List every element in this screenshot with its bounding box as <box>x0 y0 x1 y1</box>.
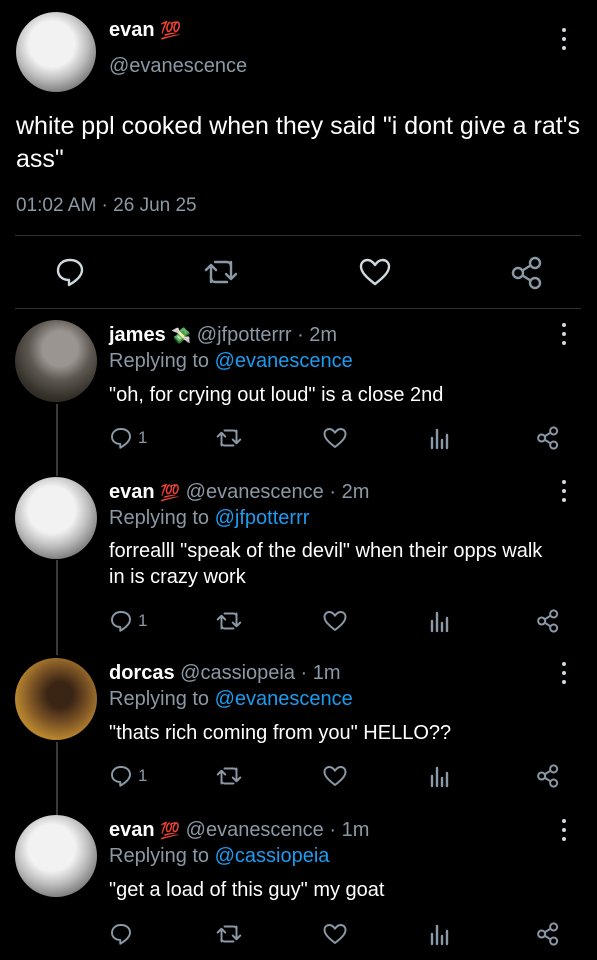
avatar[interactable] <box>16 12 96 92</box>
views-icon[interactable] <box>428 764 452 788</box>
handle[interactable]: @evanescence <box>186 819 324 841</box>
retweet-icon[interactable] <box>215 609 243 633</box>
display-name[interactable]: evan <box>109 481 155 503</box>
replying-to: Replying to @jfpotterrr <box>109 507 310 529</box>
avatar[interactable] <box>15 477 97 559</box>
badge-icon: 💯 <box>160 485 181 502</box>
thread-line <box>56 560 58 655</box>
handle[interactable]: @evanescence <box>109 55 247 78</box>
reply-icon[interactable] <box>109 922 133 946</box>
reply-count: 1 <box>138 428 148 447</box>
more-icon[interactable] <box>561 323 567 345</box>
heart-icon[interactable] <box>322 764 348 788</box>
retweet-icon[interactable] <box>215 922 243 946</box>
more-icon[interactable] <box>561 819 567 841</box>
reply-text: "oh, for crying out loud" is a close 2nd <box>109 384 444 406</box>
views-icon[interactable] <box>428 609 452 633</box>
display-name[interactable]: evan <box>109 819 155 841</box>
heart-icon[interactable] <box>358 256 392 288</box>
reply-text: "thats rich coming from you" HELLO?? <box>109 722 452 744</box>
reply-icon[interactable] <box>109 426 133 450</box>
badge-icon: 💯 <box>160 823 181 840</box>
time: · 1m <box>329 819 370 841</box>
time: · 2m <box>297 324 338 346</box>
mention-link[interactable]: @evanescence <box>215 688 353 710</box>
tweet-text: white ppl cooked when they said "i dont … <box>16 112 580 173</box>
heart-icon[interactable] <box>322 609 348 633</box>
handle[interactable]: @cassiopeia <box>180 662 295 684</box>
reply-text: forrealll "speak of the devil" when thei… <box>109 540 543 588</box>
reply-icon[interactable] <box>109 609 133 633</box>
mention-link[interactable]: @jfpotterrr <box>215 507 310 529</box>
replying-to: Replying to @evanescence <box>109 350 353 372</box>
share-icon[interactable] <box>536 763 560 789</box>
views-icon[interactable] <box>428 426 452 450</box>
thread-line <box>56 742 58 815</box>
replying-to: Replying to @cassiopeia <box>109 845 330 867</box>
reply-count: 1 <box>138 611 148 630</box>
handle[interactable]: @jfpotterrr <box>197 324 292 346</box>
thread-line <box>56 404 58 476</box>
mention-link[interactable]: @cassiopeia <box>215 845 330 867</box>
display-name[interactable]: dorcas <box>109 662 175 684</box>
more-icon[interactable] <box>561 28 567 50</box>
timestamp: 01:02 AM · 26 Jun 25 <box>16 195 197 216</box>
handle[interactable]: @evanescence <box>186 481 324 503</box>
views-icon[interactable] <box>428 922 452 946</box>
more-icon[interactable] <box>561 662 567 684</box>
reply-text: "get a load of this guy" my goat <box>109 879 385 901</box>
replying-to: Replying to @evanescence <box>109 688 353 710</box>
reply-count: 1 <box>138 766 148 785</box>
mention-link[interactable]: @evanescence <box>215 350 353 372</box>
retweet-icon[interactable] <box>215 426 243 450</box>
share-icon[interactable] <box>536 425 560 451</box>
retweet-icon[interactable] <box>215 764 243 788</box>
divider <box>15 235 581 236</box>
badge-icon: 💸 <box>171 328 192 345</box>
more-icon[interactable] <box>561 480 567 502</box>
reply-icon[interactable] <box>109 764 133 788</box>
share-icon[interactable] <box>510 256 544 290</box>
share-icon[interactable] <box>536 921 560 947</box>
heart-icon[interactable] <box>322 426 348 450</box>
avatar[interactable] <box>15 320 97 402</box>
share-icon[interactable] <box>536 608 560 634</box>
retweet-icon[interactable] <box>203 256 239 288</box>
time: · 1m <box>300 662 341 684</box>
avatar[interactable] <box>15 658 97 740</box>
display-name[interactable]: evan <box>109 19 155 41</box>
badge-icon: 💯 <box>160 21 182 40</box>
heart-icon[interactable] <box>322 922 348 946</box>
time: · 2m <box>329 481 370 503</box>
divider <box>15 308 581 309</box>
display-name[interactable]: james <box>109 324 166 346</box>
avatar[interactable] <box>15 815 97 897</box>
reply-icon[interactable] <box>54 256 86 288</box>
